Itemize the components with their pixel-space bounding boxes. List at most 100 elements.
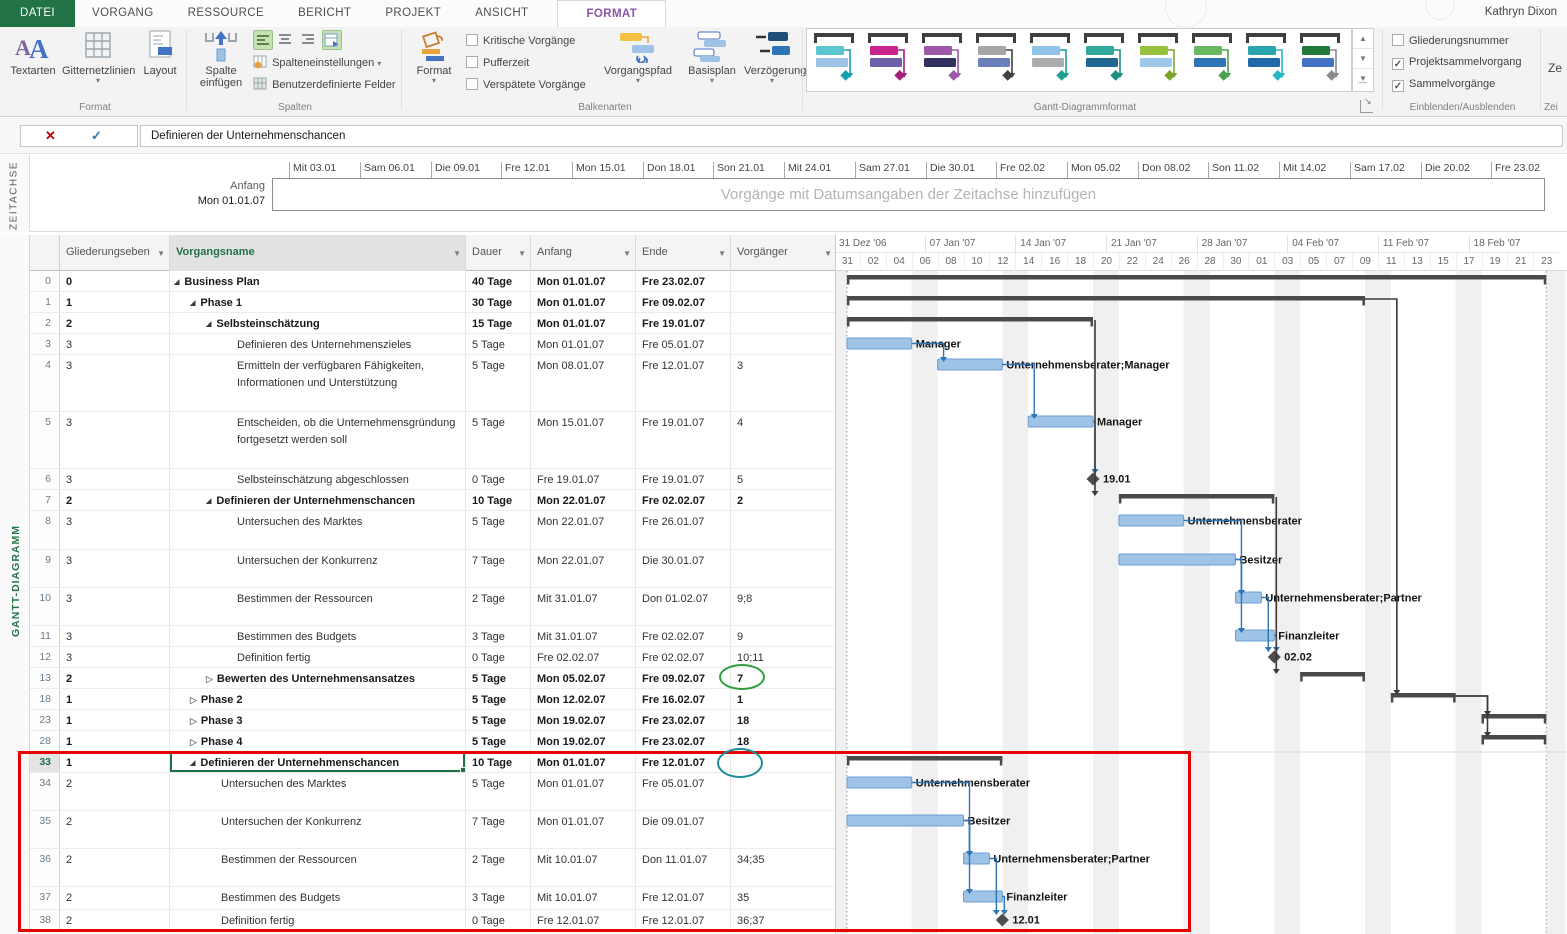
cell-anfang[interactable]: Mon 15.01.07 — [531, 412, 636, 468]
row-number[interactable]: 3 — [30, 334, 60, 354]
collapse-icon[interactable]: ◢ — [174, 279, 179, 286]
cell-dauer[interactable]: 5 Tage — [466, 689, 531, 709]
gantt-style-swatch-6[interactable] — [1077, 29, 1131, 91]
format-balken-button[interactable]: Format ▾ — [408, 29, 460, 85]
gantt-style-swatch-5[interactable] — [1023, 29, 1077, 91]
cell-dauer[interactable]: 0 Tage — [466, 469, 531, 489]
row-number[interactable]: 1 — [30, 292, 60, 312]
cut-off-button[interactable]: Ze — [1548, 61, 1562, 75]
column-header-vorgangsname[interactable]: Vorgangsname▼ — [170, 235, 466, 271]
cell-gliederungsebene[interactable]: 1 — [60, 752, 170, 772]
row-number[interactable]: 12 — [30, 647, 60, 667]
filter-arrow-icon[interactable]: ▼ — [518, 249, 526, 258]
confirm-entry-icon[interactable]: ✓ — [91, 128, 102, 144]
verzoegerung-button[interactable]: Verzögerung ▾ — [744, 29, 800, 85]
cell-ende[interactable]: Fre 16.02.07 — [636, 689, 731, 709]
gantt-task-bar-4[interactable] — [938, 359, 1003, 370]
cell-gliederungsebene[interactable]: 0 — [60, 271, 170, 291]
cell-ende[interactable]: Fre 05.01.07 — [636, 334, 731, 354]
table-row-33[interactable]: 331◢Definieren der Unternehmenschancen10… — [30, 752, 835, 773]
cell-dauer[interactable]: 5 Tage — [466, 355, 531, 411]
align-right-button[interactable] — [299, 30, 319, 50]
gallery-scroll-down-icon[interactable]: ▼ — [1353, 49, 1373, 69]
cell-dauer[interactable]: 5 Tage — [466, 334, 531, 354]
cell-vorgaenger[interactable]: 3 — [731, 355, 836, 411]
cell-vorgangsname[interactable]: Definition fertig — [170, 910, 466, 930]
row-number[interactable]: 38 — [30, 910, 60, 930]
gantt-summary-bar-33[interactable] — [847, 756, 1002, 761]
user-name[interactable]: Kathryn Dixon — [1485, 6, 1557, 18]
cell-vorgangsname[interactable]: Definition fertig — [170, 647, 466, 667]
cell-dauer[interactable]: 2 Tage — [466, 588, 531, 625]
expand-icon[interactable]: ▷ — [206, 674, 213, 684]
cell-vorgangsname[interactable]: ◢Definieren der Unternehmenschancen — [170, 490, 466, 510]
row-number[interactable]: 18 — [30, 689, 60, 709]
expand-icon[interactable]: ▷ — [190, 695, 197, 705]
cell-gliederungsebene[interactable]: 1 — [60, 689, 170, 709]
gantt-chart[interactable]: ManagerUnternehmensberater;ManagerManage… — [836, 271, 1567, 934]
cell-ende[interactable]: Don 01.02.07 — [636, 588, 731, 625]
gantt-task-bar-36[interactable] — [964, 853, 990, 864]
cell-dauer[interactable]: 40 Tage — [466, 271, 531, 291]
cell-vorgangsname[interactable]: ◢Business Plan — [170, 271, 466, 291]
row-number-header[interactable] — [30, 235, 60, 271]
cell-ende[interactable]: Die 30.01.07 — [636, 550, 731, 587]
cell-vorgangsname[interactable]: Ermitteln der verfügbaren Fähigkeiten, I… — [170, 355, 466, 411]
table-row-37[interactable]: 372Bestimmen des Budgets3 TageMit 10.01.… — [30, 887, 835, 910]
cell-vorgaenger[interactable] — [731, 811, 836, 848]
cell-vorgangsname[interactable]: Bestimmen des Budgets — [170, 626, 466, 646]
table-row-2[interactable]: 22◢Selbsteinschätzung15 TageMon 01.01.07… — [30, 313, 835, 334]
collapse-icon[interactable]: ◢ — [190, 760, 195, 767]
cell-vorgangsname[interactable]: Bestimmen des Budgets — [170, 887, 466, 909]
cell-vorgaenger[interactable]: 2 — [731, 490, 836, 510]
gantt-task-bar-35[interactable] — [847, 815, 964, 826]
cell-anfang[interactable]: Fre 12.01.07 — [531, 910, 636, 930]
cell-anfang[interactable]: Mon 19.02.07 — [531, 710, 636, 730]
tab-bericht[interactable]: BERICHT — [281, 0, 368, 27]
cell-gliederungsebene[interactable]: 2 — [60, 910, 170, 930]
gantt-task-bar-5[interactable] — [1028, 416, 1093, 427]
row-number[interactable]: 7 — [30, 490, 60, 510]
table-row-18[interactable]: 181▷Phase 25 TageMon 12.02.07Fre 16.02.0… — [30, 689, 835, 710]
cell-ende[interactable]: Fre 12.01.07 — [636, 355, 731, 411]
einblenden-checkbox-0[interactable]: Gliederungsnummer — [1392, 34, 1509, 47]
cell-anfang[interactable]: Mon 05.02.07 — [531, 668, 636, 688]
column-header-gliederungsebene[interactable]: Gliederungseben▼ — [60, 235, 170, 271]
gantt-view-strip[interactable]: GANTT-DIAGRAMM — [0, 235, 30, 934]
cell-gliederungsebene[interactable]: 3 — [60, 550, 170, 587]
balkenarten-checkbox-0[interactable]: Kritische Vorgänge — [466, 34, 575, 47]
cell-ende[interactable]: Fre 02.02.07 — [636, 626, 731, 646]
checkbox-icon[interactable]: ✓ — [1392, 80, 1404, 92]
cell-dauer[interactable]: 30 Tage — [466, 292, 531, 312]
row-number[interactable]: 34 — [30, 773, 60, 810]
table-row-8[interactable]: 83Untersuchen des Marktes5 TageMon 22.01… — [30, 511, 835, 550]
cell-dauer[interactable]: 5 Tage — [466, 511, 531, 549]
row-number[interactable]: 13 — [30, 668, 60, 688]
cell-vorgangsname[interactable]: Entscheiden, ob die Unternehmensgründung… — [170, 412, 466, 468]
cell-dauer[interactable]: 2 Tage — [466, 849, 531, 886]
cell-dauer[interactable]: 3 Tage — [466, 626, 531, 646]
cell-gliederungsebene[interactable]: 3 — [60, 626, 170, 646]
cell-anfang[interactable]: Mit 10.01.07 — [531, 887, 636, 909]
cell-gliederungsebene[interactable]: 2 — [60, 849, 170, 886]
cell-vorgaenger[interactable]: 5 — [731, 469, 836, 489]
gantt-summary-bar-1[interactable] — [847, 296, 1365, 301]
checkbox-icon[interactable] — [466, 78, 478, 90]
cell-vorgangsname[interactable]: ▷Bewerten des Unternehmensansatzes — [170, 668, 466, 688]
cell-dauer[interactable]: 7 Tage — [466, 811, 531, 848]
table-row-0[interactable]: 00◢Business Plan40 TageMon 01.01.07Fre 2… — [30, 271, 835, 292]
gantt-summary-bar-18[interactable] — [1391, 693, 1456, 698]
gantt-style-swatch-2[interactable] — [861, 29, 915, 91]
cell-dauer[interactable]: 3 Tage — [466, 887, 531, 909]
cell-dauer[interactable]: 5 Tage — [466, 773, 531, 810]
row-number[interactable]: 28 — [30, 731, 60, 751]
cell-gliederungsebene[interactable]: 3 — [60, 647, 170, 667]
textarten-button[interactable]: AA Textarten — [6, 29, 60, 77]
table-row-4[interactable]: 43Ermitteln der verfügbaren Fähigkeiten,… — [30, 355, 835, 412]
row-number[interactable]: 8 — [30, 511, 60, 549]
cell-anfang[interactable]: Mit 31.01.07 — [531, 588, 636, 625]
cell-vorgaenger[interactable] — [731, 271, 836, 291]
gantt-style-swatch-3[interactable] — [915, 29, 969, 91]
gallery-more-icon[interactable]: ▼— — [1353, 69, 1373, 89]
table-row-3[interactable]: 33Definieren des Unternehmenszieles5 Tag… — [30, 334, 835, 355]
